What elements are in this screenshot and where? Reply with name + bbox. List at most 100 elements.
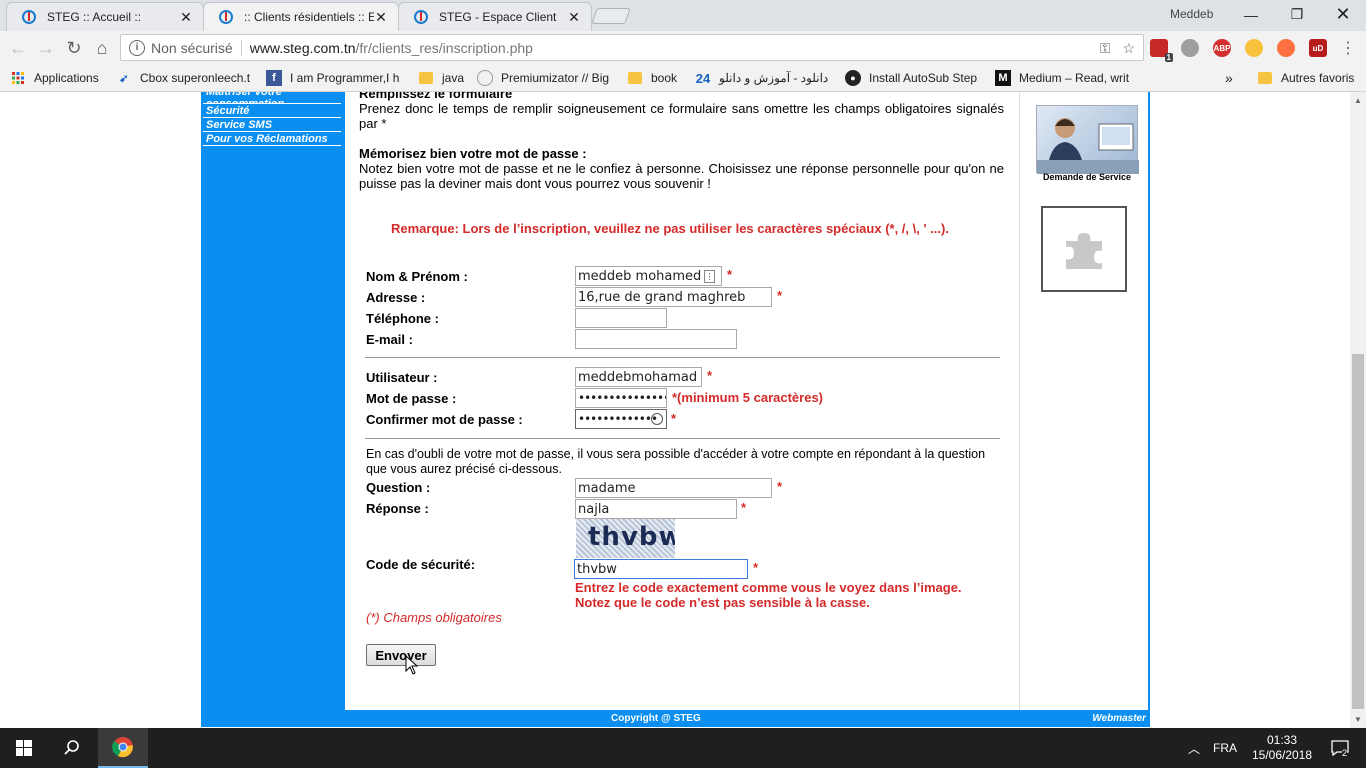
new-tab-button[interactable] bbox=[591, 8, 631, 24]
bookmark-premiumizator[interactable]: Premiumizator // Big bbox=[477, 70, 609, 86]
address-bar[interactable]: i Non sécurisé www.steg.com.tn /fr/clien… bbox=[120, 34, 1144, 61]
plugin-puzzle-icon bbox=[1066, 233, 1102, 269]
url-path: /fr/clients_res/inscription.php bbox=[355, 39, 533, 56]
password-input[interactable]: ••••••••••••••• bbox=[575, 388, 667, 408]
folder-icon bbox=[418, 70, 434, 86]
adblock-plus-icon[interactable]: ABP bbox=[1213, 39, 1231, 57]
confirm-password-label: Confirmer mot de passe : bbox=[366, 412, 523, 427]
extension-gray-icon[interactable] bbox=[1181, 39, 1199, 57]
password-key-icon[interactable] bbox=[651, 413, 663, 425]
scroll-up-icon[interactable]: ▲ bbox=[1354, 96, 1362, 105]
page-content: Maîtriser votre consommation Sécurité Se… bbox=[0, 92, 1350, 728]
username-input[interactable]: meddebmohamad bbox=[575, 367, 702, 387]
mouse-cursor-icon bbox=[405, 655, 419, 675]
service-photo[interactable] bbox=[1036, 105, 1139, 174]
bookmark-autres-favoris[interactable]: Autres favoris bbox=[1257, 70, 1354, 86]
steg-favicon-icon bbox=[219, 10, 233, 24]
sidebar-link-sms[interactable]: Service SMS bbox=[203, 119, 341, 132]
bookmark-cbox[interactable]: ➹ Cbox superonleech.t bbox=[116, 70, 250, 86]
sidebar-link-securite[interactable]: Sécurité bbox=[203, 105, 341, 118]
email-input[interactable] bbox=[575, 329, 737, 349]
close-icon[interactable]: ✕ bbox=[179, 9, 193, 26]
code-hint-2: Notez que le code n’est pas sensible à l… bbox=[575, 595, 870, 610]
question-label: Question : bbox=[366, 480, 431, 495]
close-icon[interactable]: ✕ bbox=[374, 9, 388, 26]
tab-steg-espace-client[interactable]: STEG - Espace Client ✕ bbox=[398, 2, 592, 31]
security-code-input[interactable]: thvbw bbox=[574, 559, 748, 579]
submit-button[interactable]: Envoyer bbox=[366, 644, 436, 666]
search-icon[interactable] bbox=[48, 728, 96, 768]
language-indicator[interactable]: FRA bbox=[1210, 728, 1240, 768]
ublock-icon[interactable]: uD bbox=[1309, 39, 1327, 57]
profile-name[interactable]: Meddeb bbox=[1170, 7, 1213, 21]
forward-icon[interactable]: → bbox=[35, 37, 57, 59]
bookmark-autosub[interactable]: ● Install AutoSub Step bbox=[845, 70, 977, 86]
bookmark-book[interactable]: book bbox=[627, 70, 677, 86]
service-label[interactable]: Demande de Service bbox=[1034, 172, 1140, 182]
tab-title: STEG :: Accueil :: bbox=[47, 10, 142, 24]
site-24-icon: 24 bbox=[695, 70, 711, 86]
password-advice: Notez bien votre mot de passe et ne le c… bbox=[359, 161, 1004, 191]
scrollbar-thumb[interactable] bbox=[1352, 354, 1364, 709]
close-icon[interactable]: ✕ bbox=[567, 9, 581, 26]
clock-time: 01:33 bbox=[1266, 733, 1298, 747]
address-input[interactable]: 16,rue de grand maghreb bbox=[575, 287, 772, 307]
password-label: Mot de passe : bbox=[366, 391, 457, 406]
steg-favicon-icon bbox=[22, 10, 36, 24]
webmaster-link[interactable]: Webmaster bbox=[1092, 713, 1146, 724]
required-star: * bbox=[707, 368, 713, 383]
window-close-icon[interactable]: ✕ bbox=[1320, 0, 1366, 29]
menu-icon[interactable]: ⋮ bbox=[1337, 37, 1359, 59]
clock[interactable]: 01:33 15/06/2018 bbox=[1252, 728, 1312, 768]
chevron-up-icon[interactable]: ︿ bbox=[1184, 728, 1204, 768]
bookmark-star-icon[interactable]: ☆ bbox=[1122, 40, 1135, 57]
phone-input[interactable] bbox=[575, 308, 667, 328]
bookmark-java[interactable]: java bbox=[418, 70, 464, 86]
minimize-icon[interactable]: — bbox=[1228, 0, 1274, 29]
chrome-taskbar-icon[interactable] bbox=[98, 728, 148, 768]
confirm-password-input[interactable]: ••••••••••••• bbox=[575, 409, 667, 429]
bookmark-applications[interactable]: Applications bbox=[10, 70, 99, 86]
sidebar-link-consommation[interactable]: Maîtriser votre consommation bbox=[203, 92, 341, 104]
recovery-text: En cas d'oubli de votre mot de passe, il… bbox=[366, 447, 986, 476]
bookmarks-overflow-icon[interactable]: » bbox=[1225, 70, 1233, 86]
bookmark-medium[interactable]: M Medium – Read, writ bbox=[995, 70, 1129, 86]
back-icon[interactable]: ← bbox=[7, 37, 29, 59]
autofill-icon[interactable]: ⋮ bbox=[704, 270, 715, 283]
notifications-icon[interactable]: 2 bbox=[1322, 728, 1358, 768]
folder-icon bbox=[627, 70, 643, 86]
required-star: * bbox=[741, 500, 747, 515]
security-code-label: Code de sécurité: bbox=[366, 557, 476, 572]
copyright-text: Copyright @ STEG bbox=[611, 713, 701, 724]
folder-icon bbox=[1257, 70, 1273, 86]
extension-yellow-icon[interactable] bbox=[1245, 39, 1263, 57]
extension-red-icon[interactable]: 1 bbox=[1150, 39, 1173, 62]
question-input[interactable]: madame bbox=[575, 478, 772, 498]
name-label: Nom & Prénom : bbox=[366, 269, 468, 284]
key-icon[interactable]: ⚿ bbox=[1100, 40, 1111, 57]
tab-title: STEG - Espace Client bbox=[439, 10, 557, 24]
code-hint-1: Entrez le code exactement comme vous le … bbox=[575, 580, 962, 595]
home-icon[interactable]: ⌂ bbox=[91, 37, 113, 59]
divider bbox=[365, 357, 1000, 358]
extension-orange-icon[interactable] bbox=[1277, 39, 1295, 57]
info-icon[interactable]: i bbox=[129, 39, 145, 56]
bookmark-persian-download[interactable]: 24 دانلود - آموزش و دانلو bbox=[695, 70, 829, 86]
security-label: Non sécurisé bbox=[151, 39, 233, 56]
scroll-down-icon[interactable]: ▼ bbox=[1354, 715, 1362, 724]
sidebar-link-reclamations[interactable]: Pour vos Réclamations bbox=[203, 133, 341, 146]
windows-start-icon[interactable] bbox=[0, 728, 48, 768]
required-note: (*) Champs obligatoires bbox=[366, 610, 502, 625]
tab-clients-residentiels[interactable]: :: Clients résidentiels :: Esp ✕ bbox=[203, 2, 399, 31]
missing-plugin-box bbox=[1041, 206, 1127, 292]
reload-icon[interactable]: ↻ bbox=[63, 37, 85, 59]
answer-input[interactable]: najla bbox=[575, 499, 737, 519]
bookmark-programmer[interactable]: f I am Programmer,I h bbox=[266, 70, 399, 86]
bookmarks-bar: Applications ➹ Cbox superonleech.t f I a… bbox=[0, 64, 1366, 92]
steg-favicon-icon bbox=[414, 10, 428, 24]
name-input[interactable]: meddeb mohamed ⋮ bbox=[575, 266, 722, 286]
tab-steg-accueil[interactable]: STEG :: Accueil :: ✕ bbox=[6, 2, 204, 31]
restore-icon[interactable]: ❐ bbox=[1274, 0, 1320, 29]
email-label: E-mail : bbox=[366, 332, 413, 347]
page-scrollbar[interactable]: ▲ ▼ bbox=[1350, 92, 1366, 728]
